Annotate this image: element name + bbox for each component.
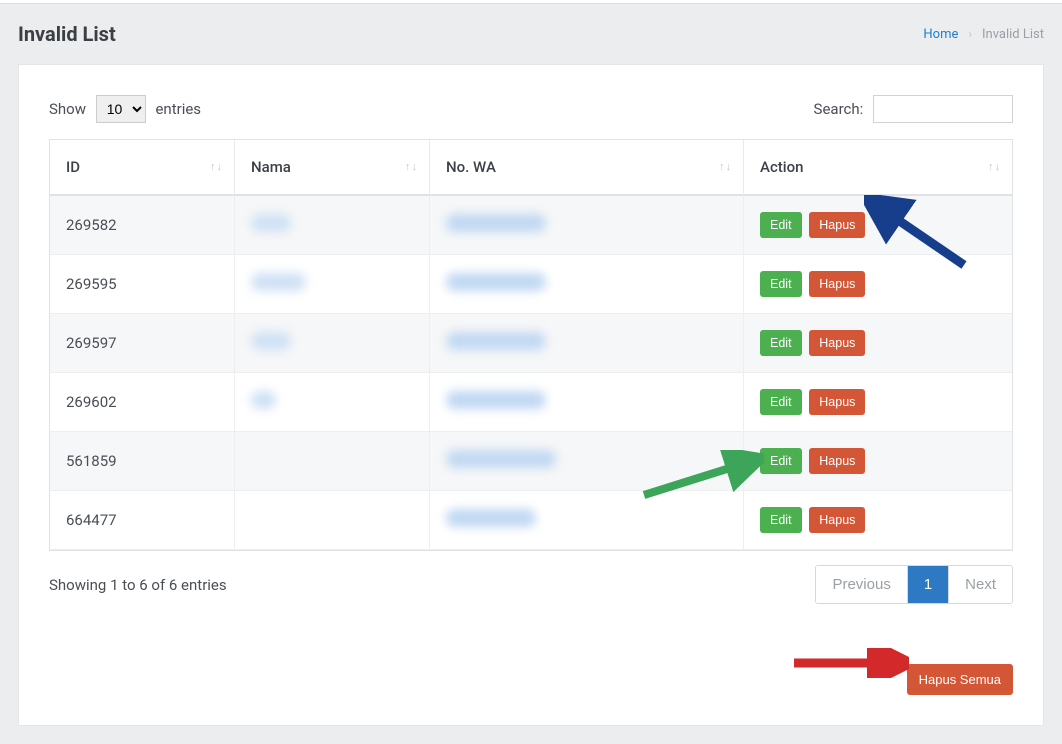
content-panel: Show 10 entries Search: ID Nama xyxy=(18,64,1044,726)
cell-nama xyxy=(235,196,430,255)
cell-nama xyxy=(235,255,430,314)
cell-nama xyxy=(235,491,430,550)
cell-nowa xyxy=(430,373,744,432)
cell-action: Edit Hapus xyxy=(744,255,1012,314)
cell-action: Edit Hapus xyxy=(744,432,1012,491)
hapus-button[interactable]: Hapus xyxy=(809,448,865,474)
cell-nowa xyxy=(430,196,744,255)
column-header-action[interactable]: Action xyxy=(744,140,1012,196)
cell-id: 269595 xyxy=(50,255,235,314)
cell-action: Edit Hapus xyxy=(744,491,1012,550)
table-row: 664477 Edit Hapus xyxy=(50,491,1012,550)
hapus-button[interactable]: Hapus xyxy=(809,389,865,415)
cell-nama xyxy=(235,314,430,373)
table-info: Showing 1 to 6 of 6 entries xyxy=(49,576,227,594)
cell-id: 269597 xyxy=(50,314,235,373)
sort-icon xyxy=(719,163,731,171)
breadcrumb-current: Invalid List xyxy=(982,27,1044,42)
cell-nama xyxy=(235,432,430,491)
hapus-semua-button[interactable]: Hapus Semua xyxy=(907,664,1013,695)
edit-button[interactable]: Edit xyxy=(760,212,802,238)
search-control: Search: xyxy=(814,95,1013,123)
cell-id: 664477 xyxy=(50,491,235,550)
edit-button[interactable]: Edit xyxy=(760,507,802,533)
column-header-action-label: Action xyxy=(760,158,803,176)
invalid-list-table: ID Nama No. WA Action 269582 xyxy=(49,139,1013,551)
hapus-button[interactable]: Hapus xyxy=(809,507,865,533)
cell-nowa xyxy=(430,432,744,491)
table-row: 269582 Edit Hapus xyxy=(50,196,1012,255)
column-header-id-label: ID xyxy=(66,158,80,176)
cell-nowa xyxy=(430,255,744,314)
breadcrumb: Home › Invalid List xyxy=(923,27,1044,42)
pagination-page-1[interactable]: 1 xyxy=(908,566,949,603)
cell-nowa xyxy=(430,314,744,373)
pagination-next[interactable]: Next xyxy=(949,566,1012,603)
edit-button[interactable]: Edit xyxy=(760,448,802,474)
cell-action: Edit Hapus xyxy=(744,314,1012,373)
length-control: Show 10 entries xyxy=(49,95,201,123)
cell-id: 561859 xyxy=(50,432,235,491)
page-title: Invalid List xyxy=(18,22,116,46)
pagination-previous[interactable]: Previous xyxy=(816,566,907,603)
breadcrumb-home-link[interactable]: Home xyxy=(923,27,958,42)
sort-icon xyxy=(210,163,222,171)
cell-nama xyxy=(235,373,430,432)
table-row: 269602 Edit Hapus xyxy=(50,373,1012,432)
column-header-nama[interactable]: Nama xyxy=(235,140,430,196)
table-row: 561859 Edit Hapus xyxy=(50,432,1012,491)
table-row: 269597 Edit Hapus xyxy=(50,314,1012,373)
chevron-right-icon: › xyxy=(968,27,972,41)
sort-icon xyxy=(988,163,1000,171)
show-label-post: entries xyxy=(155,100,201,118)
cell-action: Edit Hapus xyxy=(744,196,1012,255)
table-row: 269595 Edit Hapus xyxy=(50,255,1012,314)
sort-icon xyxy=(405,163,417,171)
hapus-button[interactable]: Hapus xyxy=(809,330,865,356)
cell-nowa xyxy=(430,491,744,550)
cell-action: Edit Hapus xyxy=(744,373,1012,432)
search-label: Search: xyxy=(814,100,864,118)
edit-button[interactable]: Edit xyxy=(760,389,802,415)
entries-select[interactable]: 10 xyxy=(96,95,146,123)
hapus-button[interactable]: Hapus xyxy=(809,271,865,297)
column-header-id[interactable]: ID xyxy=(50,140,235,196)
edit-button[interactable]: Edit xyxy=(760,330,802,356)
hapus-button[interactable]: Hapus xyxy=(809,212,865,238)
edit-button[interactable]: Edit xyxy=(760,271,802,297)
column-header-nama-label: Nama xyxy=(251,158,291,176)
search-input[interactable] xyxy=(873,95,1013,123)
column-header-nowa-label: No. WA xyxy=(446,158,496,176)
column-header-nowa[interactable]: No. WA xyxy=(430,140,744,196)
pagination: Previous 1 Next xyxy=(815,565,1013,604)
show-label-pre: Show xyxy=(49,100,86,118)
cell-id: 269602 xyxy=(50,373,235,432)
cell-id: 269582 xyxy=(50,196,235,255)
